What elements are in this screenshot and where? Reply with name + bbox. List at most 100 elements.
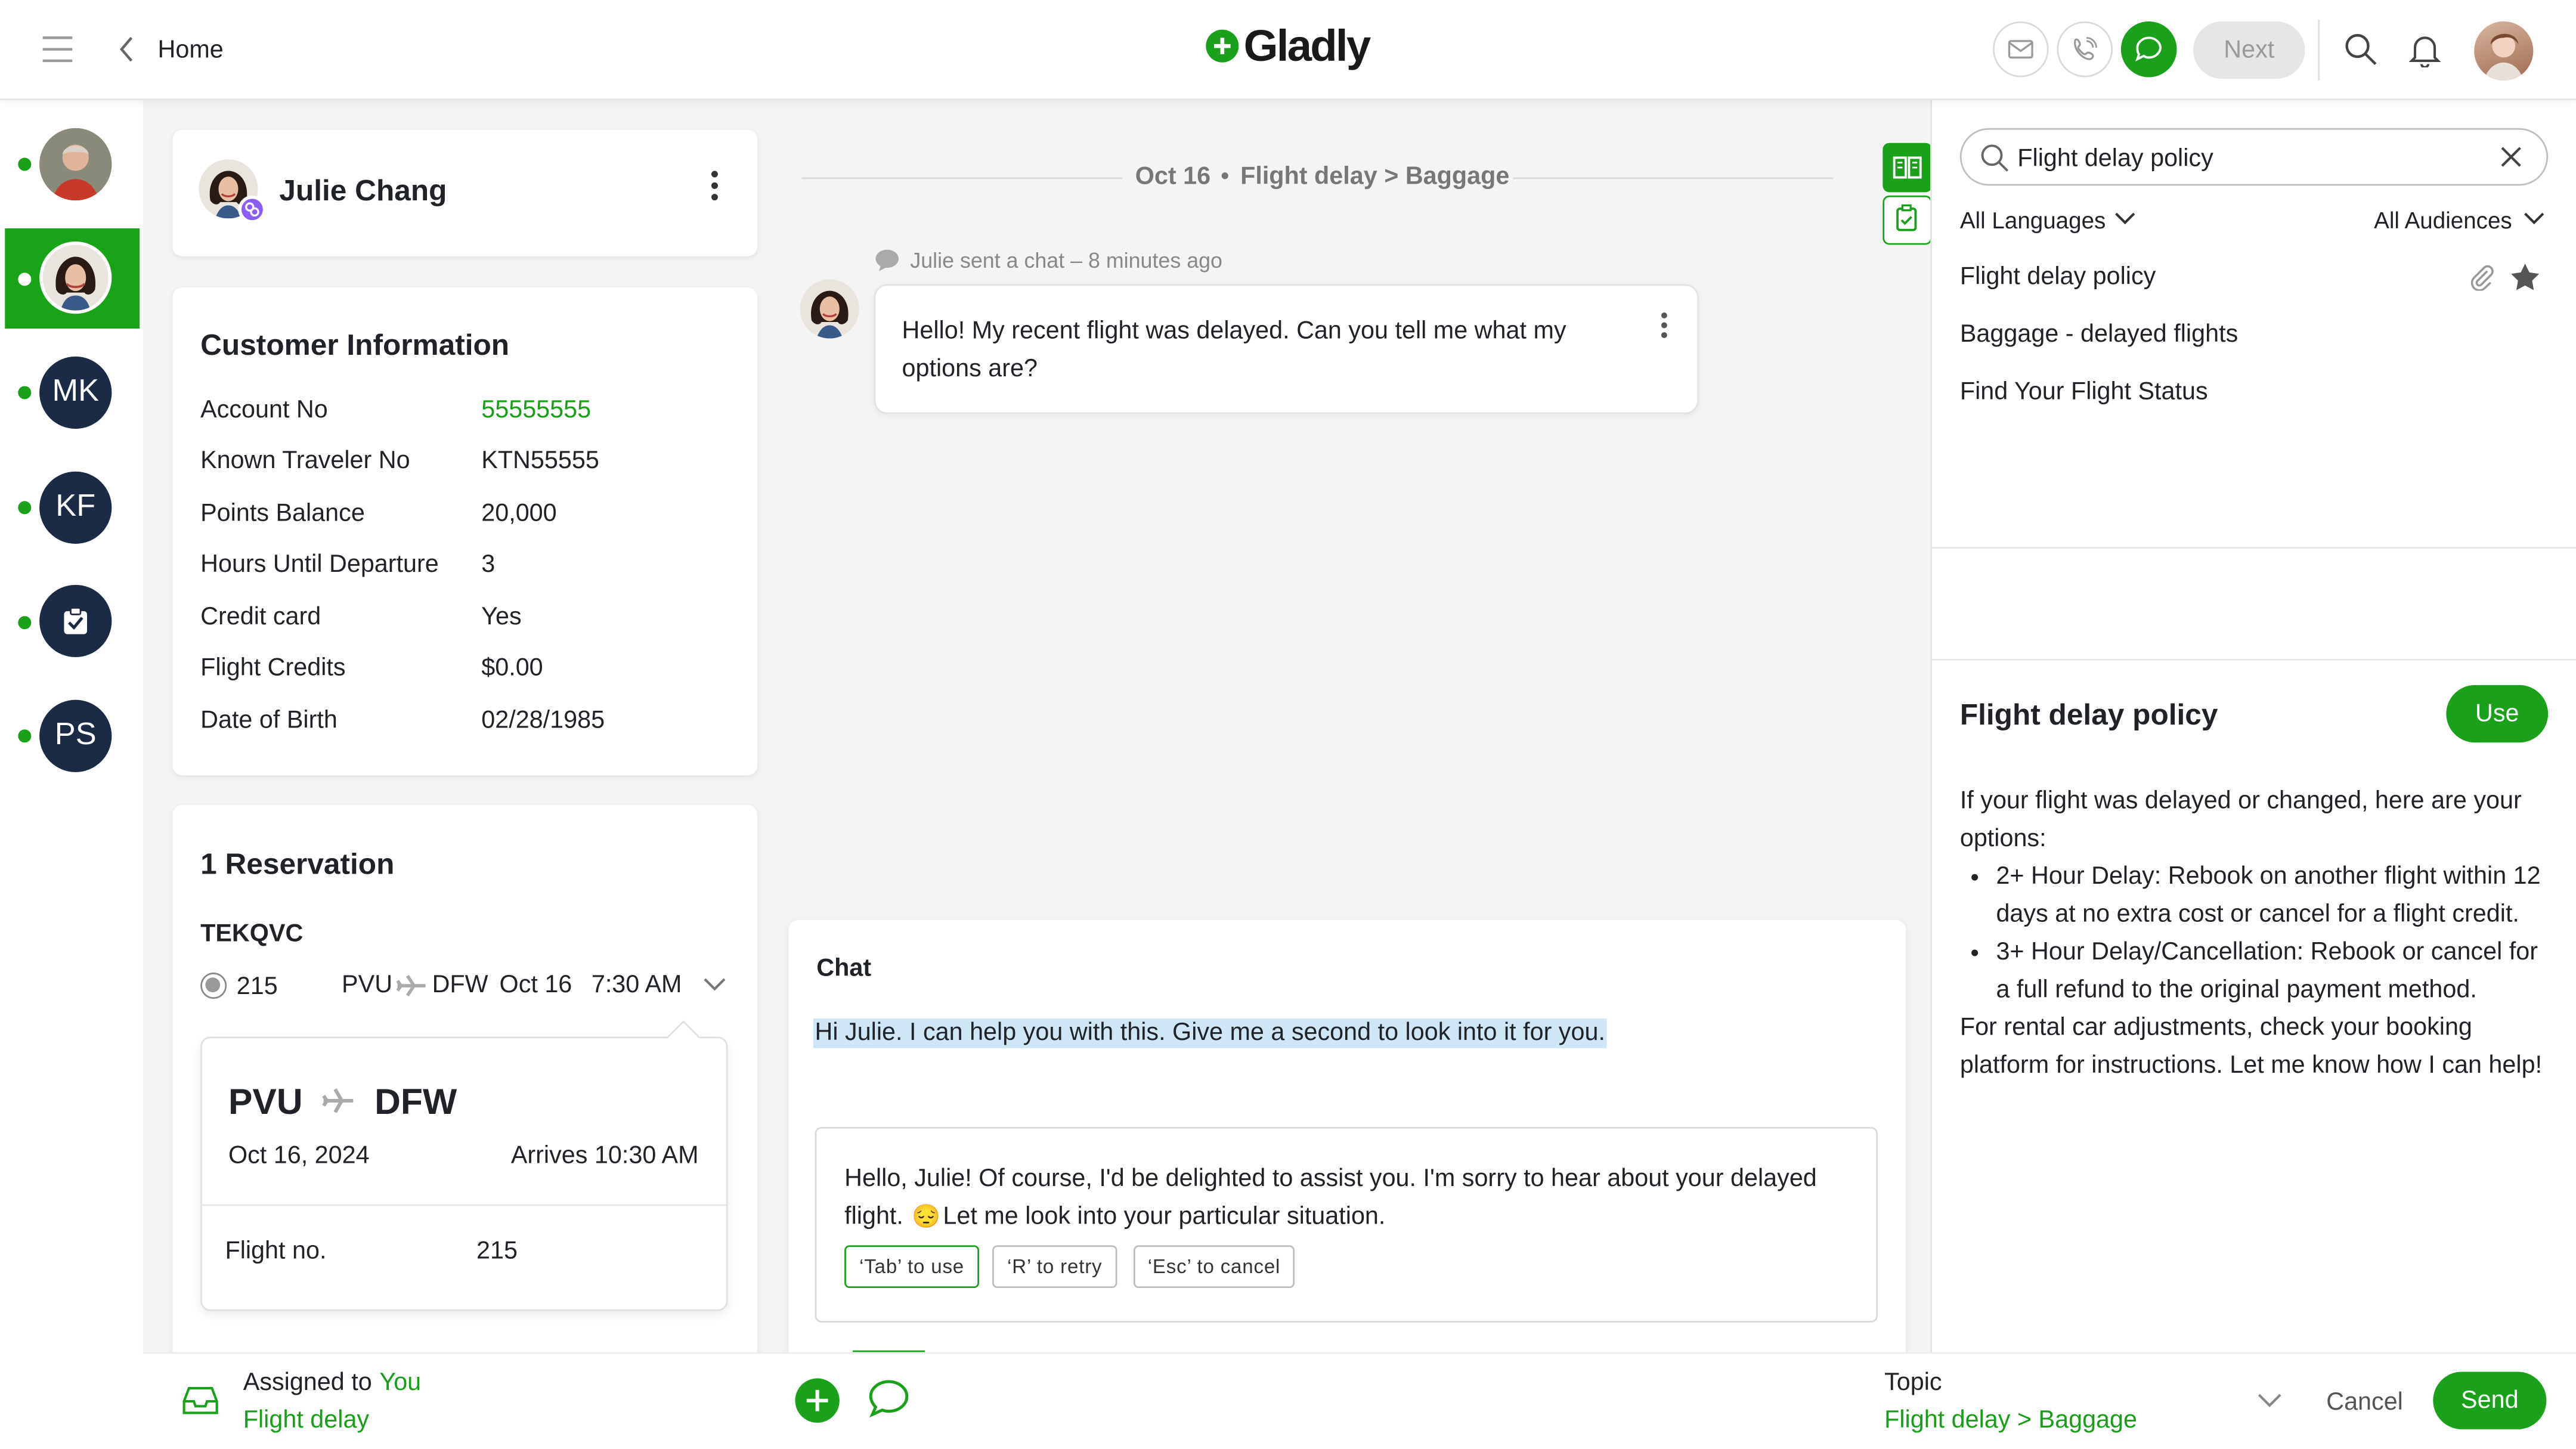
contact-avatar[interactable] bbox=[39, 128, 112, 201]
chevron-down-icon[interactable] bbox=[703, 977, 726, 992]
reservation-title: 1 Reservation bbox=[200, 847, 395, 881]
article-bullet: 3+ Hour Delay/Cancellation: Rebook or ca… bbox=[1996, 933, 2551, 1009]
field-value: 20,000 bbox=[481, 499, 557, 528]
chat-bubble-icon bbox=[874, 248, 900, 271]
chat-channel-icon[interactable] bbox=[868, 1379, 911, 1420]
detail-arrival: Arrives 10:30 AM bbox=[510, 1141, 699, 1170]
attachment-icon bbox=[2470, 265, 2494, 291]
divider bbox=[1931, 547, 2576, 549]
field-value: 3 bbox=[481, 550, 496, 578]
inbox-link[interactable]: Flight delay bbox=[243, 1406, 369, 1434]
field-label: Credit card bbox=[200, 603, 321, 631]
flight-number: 215 bbox=[236, 973, 278, 1001]
chevron-left-icon[interactable] bbox=[117, 36, 137, 63]
kb-result-item[interactable]: Find Your Flight Status bbox=[1960, 378, 2208, 406]
flight-time: 7:30 AM bbox=[591, 971, 682, 999]
language-filter[interactable]: All Languages bbox=[1960, 207, 2106, 233]
online-indicator bbox=[18, 501, 32, 515]
message-more-icon[interactable] bbox=[1658, 311, 1671, 340]
search-icon[interactable] bbox=[2345, 33, 2377, 66]
add-button[interactable] bbox=[795, 1378, 840, 1423]
conversation-date: Oct 16 bbox=[1135, 162, 1211, 191]
phone-channel-button[interactable] bbox=[2057, 21, 2113, 78]
suggestion-text-end: Let me look into your particular situati… bbox=[943, 1202, 1386, 1231]
detail-flight-value: 215 bbox=[476, 1237, 518, 1265]
origin-code: PVU bbox=[342, 971, 393, 999]
use-article-button[interactable]: Use bbox=[2446, 685, 2549, 743]
knowledge-base-button[interactable] bbox=[1883, 143, 1932, 193]
cancel-suggestion-button[interactable]: ‘Esc’ to cancel bbox=[1134, 1245, 1295, 1288]
pensive-emoji: 😔 bbox=[912, 1202, 941, 1229]
divider bbox=[1513, 177, 1834, 179]
radio-button[interactable] bbox=[200, 973, 227, 999]
contact-avatar-julie[interactable] bbox=[39, 241, 112, 314]
chevron-down-icon[interactable] bbox=[2114, 212, 2136, 225]
use-suggestion-button[interactable]: ‘Tab’ to use bbox=[844, 1245, 980, 1288]
menu-icon[interactable] bbox=[41, 35, 74, 64]
kb-result-item[interactable]: Baggage - delayed flights bbox=[1960, 320, 2238, 348]
chevron-down-icon[interactable] bbox=[2258, 1393, 2282, 1408]
field-label: Known Traveler No bbox=[200, 447, 410, 475]
message-text-line: options are? bbox=[902, 355, 1038, 383]
contact-avatar-ps[interactable]: PS bbox=[39, 699, 112, 772]
field-label: Points Balance bbox=[200, 499, 365, 528]
task-avatar[interactable] bbox=[39, 584, 112, 658]
home-link[interactable]: Home bbox=[157, 36, 223, 64]
send-button[interactable]: Send bbox=[2433, 1371, 2547, 1429]
bell-icon[interactable] bbox=[2408, 33, 2441, 67]
field-value: KTN55555 bbox=[481, 447, 599, 475]
star-icon[interactable] bbox=[2510, 263, 2540, 291]
conversation-topic: Flight delay > Baggage bbox=[1240, 162, 1510, 191]
destination-code: DFW bbox=[432, 971, 488, 999]
user-avatar[interactable] bbox=[2474, 21, 2534, 80]
cancel-button[interactable]: Cancel bbox=[2326, 1388, 2403, 1416]
field-label: Flight Credits bbox=[200, 654, 346, 682]
flight-date: Oct 16 bbox=[499, 971, 572, 999]
online-indicator bbox=[18, 273, 32, 286]
contact-avatar-mk[interactable]: MK bbox=[39, 356, 112, 429]
reply-draft-input[interactable]: Hi Julie. I can help you with this. Give… bbox=[813, 1018, 1607, 1048]
suggestion-text-line: Hello, Julie! Of course, I'd be delighte… bbox=[844, 1165, 1817, 1193]
field-label: Date of Birth bbox=[200, 706, 338, 735]
account-number-link[interactable]: 55555555 bbox=[481, 396, 591, 424]
app-root: Home Gladly Next MK KF PS Julie Chang Cu… bbox=[0, 0, 2576, 1449]
knowledge-search-input[interactable]: Flight delay policy bbox=[2017, 144, 2213, 172]
link-badge-icon bbox=[238, 195, 267, 224]
close-icon[interactable] bbox=[2500, 146, 2522, 168]
message-text-line: Hello! My recent flight was delayed. Can… bbox=[902, 317, 1566, 345]
logo: Gladly bbox=[1243, 21, 1371, 71]
next-button[interactable]: Next bbox=[2193, 21, 2305, 79]
inbox-icon bbox=[182, 1385, 219, 1415]
kb-result-item[interactable]: Flight delay policy bbox=[1960, 263, 2156, 291]
tasks-button[interactable] bbox=[1883, 195, 1932, 245]
divider bbox=[202, 1204, 726, 1206]
email-channel-button[interactable] bbox=[1992, 21, 2049, 78]
audience-filter[interactable]: All Audiences bbox=[2374, 207, 2512, 233]
top-bar: Home Gladly Next bbox=[0, 0, 2576, 101]
assignee-link[interactable]: You bbox=[379, 1368, 421, 1397]
field-value: Yes bbox=[481, 603, 522, 631]
bottom-bar bbox=[143, 1352, 2576, 1449]
detail-destination: DFW bbox=[374, 1080, 457, 1122]
flight-detail-popover bbox=[200, 1036, 728, 1311]
chat-channel-button[interactable] bbox=[2120, 21, 2177, 78]
article-intro: If your flight was delayed or changed, h… bbox=[1959, 787, 2522, 853]
online-indicator bbox=[18, 157, 32, 171]
article-bullets: 2+ Hour Delay: Rebook on another flight … bbox=[1996, 857, 2551, 1008]
retry-suggestion-button[interactable]: ‘R’ to retry bbox=[992, 1245, 1117, 1288]
online-indicator bbox=[18, 386, 32, 400]
field-value: 02/28/1985 bbox=[481, 706, 605, 735]
header-divider bbox=[2318, 20, 2320, 80]
field-label: Account No bbox=[200, 395, 328, 424]
chevron-down-icon[interactable] bbox=[2524, 212, 2545, 225]
online-indicator bbox=[18, 729, 32, 743]
search-icon bbox=[1980, 143, 2010, 173]
online-indicator bbox=[18, 616, 32, 630]
customer-info-title: Customer Information bbox=[200, 329, 510, 362]
field-value: $0.00 bbox=[481, 654, 543, 682]
customer-avatar bbox=[800, 279, 859, 339]
contact-avatar-kf[interactable]: KF bbox=[39, 471, 112, 544]
topic-value[interactable]: Flight delay > Baggage bbox=[1884, 1406, 2137, 1434]
assigned-prefix: Assigned to bbox=[243, 1368, 372, 1397]
more-vertical-icon[interactable] bbox=[707, 169, 723, 202]
